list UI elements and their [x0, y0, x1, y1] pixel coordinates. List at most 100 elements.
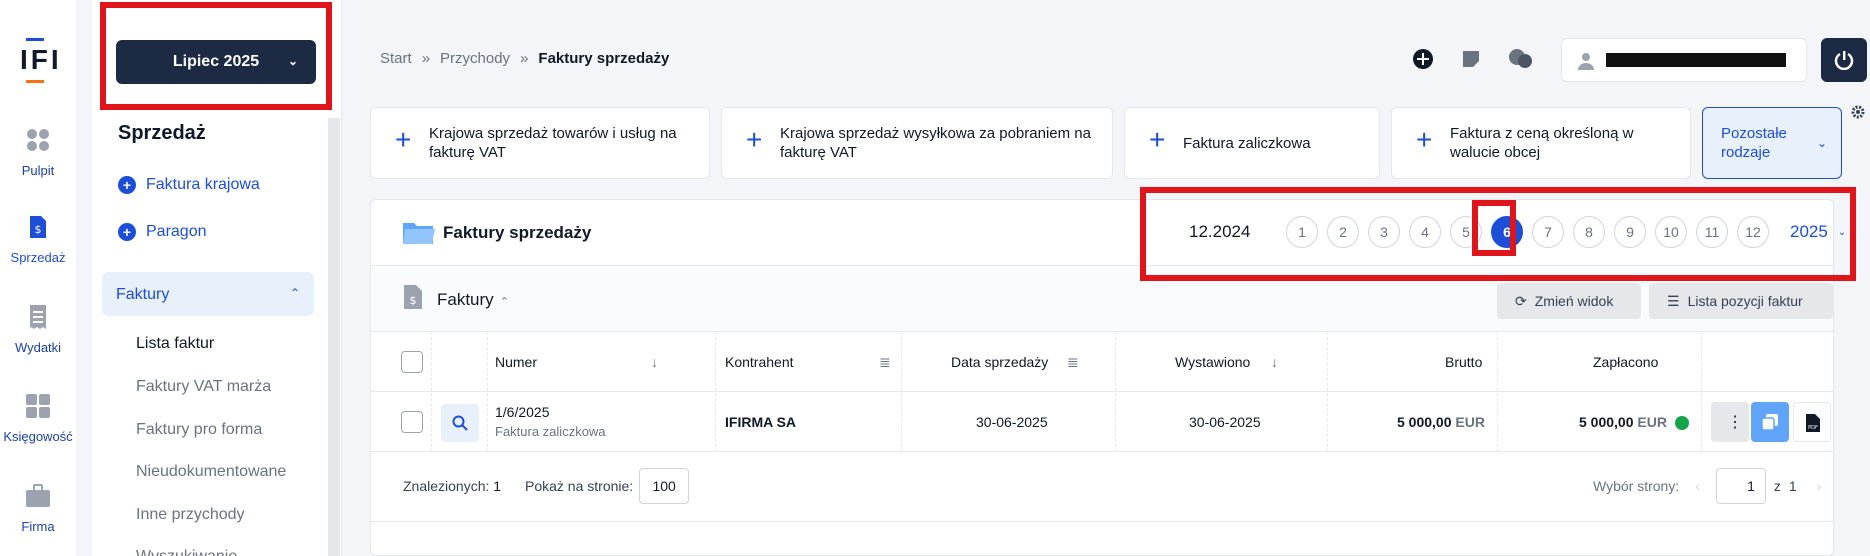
- section-toggle[interactable]: Faktury ⌃: [437, 290, 509, 310]
- sidebar-item-wyszukiwanie[interactable]: Wyszukiwanie: [136, 548, 237, 556]
- col-kontrahent[interactable]: Kontrahent: [725, 354, 794, 370]
- action-sprzedaz-wysylkowa[interactable]: + Krajowa sprzedaż wysyłkowa za pobranie…: [721, 107, 1113, 179]
- col-brutto[interactable]: Brutto: [1445, 354, 1482, 370]
- grid-icon: [27, 129, 49, 151]
- paid-status-dot: [1674, 416, 1689, 431]
- action-pozostale-rodzaje[interactable]: Pozostałe rodzaje ⌄: [1702, 107, 1842, 179]
- sidebar-link-faktura-krajowa[interactable]: + Faktura krajowa: [118, 176, 260, 194]
- filter-list-icon[interactable]: ≣: [879, 354, 891, 371]
- sidebar-title: Sprzedaż: [118, 122, 206, 144]
- action-faktura-zaliczkowa[interactable]: + Faktura zaliczkowa: [1124, 107, 1380, 179]
- logout-button[interactable]: [1821, 38, 1867, 82]
- action-krajowa-sprzedaz[interactable]: + Krajowa sprzedaż towarów i usług na fa…: [370, 107, 710, 179]
- receipt-icon: [30, 305, 46, 329]
- chevron-up-icon: ⌃: [499, 296, 509, 308]
- pagination: Wybór strony: ‹ 1 z 1 ›: [1593, 468, 1821, 504]
- rail-item-pulpit[interactable]: Pulpit: [0, 127, 76, 178]
- highlight-box-active-month: [1472, 200, 1516, 256]
- table-row[interactable]: 1/6/2025 Faktura zaliczkowa IFIRMA SA 30…: [371, 392, 1833, 452]
- add-circle-icon[interactable]: [1412, 48, 1434, 70]
- power-icon: [1834, 51, 1854, 70]
- sidebar-item-inne-przychody[interactable]: Inne przychody: [136, 506, 245, 524]
- page-input[interactable]: 1: [1715, 468, 1766, 504]
- user-name-redacted: [1606, 53, 1786, 67]
- col-zaplacono[interactable]: Zapłacono: [1593, 354, 1658, 370]
- search-icon: [452, 415, 468, 431]
- change-view-label: Zmień widok: [1534, 293, 1614, 309]
- action-waluta-obca[interactable]: + Faktura z ceną określoną w walucie obc…: [1391, 107, 1691, 179]
- kebab-menu-icon: ⋮: [1727, 414, 1743, 431]
- sidebar-item-lista-faktur[interactable]: Lista faktur: [136, 335, 214, 353]
- col-numer[interactable]: Numer: [495, 354, 537, 370]
- col-label: Brutto: [1445, 354, 1483, 370]
- rail-label: Wydatki: [14, 340, 62, 355]
- note-icon[interactable]: [1460, 48, 1482, 70]
- sidebar-item-pro-forma[interactable]: Faktury pro forma: [136, 421, 262, 439]
- rail-item-firma[interactable]: Firma: [0, 483, 76, 534]
- chat-icon[interactable]: [1508, 48, 1534, 70]
- found-count: Znalezionych: 1: [403, 478, 501, 494]
- breadcrumb-separator: »: [520, 50, 529, 67]
- rail-label: Firma: [21, 519, 55, 534]
- briefcase-icon: [26, 484, 50, 507]
- chevron-up-icon: ⌃: [289, 286, 300, 300]
- breadcrumb-start[interactable]: Start: [380, 50, 412, 67]
- col-label: Zapłacono: [1593, 354, 1659, 370]
- breadcrumb-separator: »: [421, 50, 431, 67]
- rail-item-wydatki[interactable]: Wydatki: [0, 304, 76, 355]
- plus-icon: +: [746, 124, 763, 155]
- ifirma-logo[interactable]: IFI: [20, 38, 62, 83]
- row-checkbox[interactable]: [401, 411, 423, 433]
- per-page-input[interactable]: 100: [639, 468, 690, 504]
- sort-arrow-icon[interactable]: ↓: [651, 354, 658, 370]
- contractor: IFIRMA SA: [725, 414, 797, 430]
- col-label: Data sprzedaży: [951, 354, 1049, 370]
- more-options-button[interactable]: ⋮: [1711, 402, 1749, 442]
- svg-text:PDF: PDF: [1808, 425, 1818, 431]
- col-wystawiono[interactable]: Wystawiono: [1175, 354, 1250, 370]
- pdf-file-icon: PDF: [1806, 414, 1820, 432]
- filter-list-icon[interactable]: ≣: [1067, 354, 1079, 371]
- rail-item-sprzedaz[interactable]: $ Sprzedaż: [0, 214, 76, 265]
- page-of-label: z: [1773, 478, 1781, 494]
- user-icon: [1578, 53, 1594, 70]
- sidebar-link-label: Faktura krajowa: [146, 176, 260, 193]
- plus-icon: +: [1149, 124, 1166, 155]
- action-label: Krajowa sprzedaż wysyłkowa za pobraniem …: [780, 125, 1091, 161]
- gross-currency: EUR: [1455, 414, 1485, 430]
- pdf-download-button[interactable]: PDF: [1793, 402, 1831, 442]
- sidebar-scrollbar[interactable]: [328, 118, 340, 556]
- sort-arrow-icon[interactable]: ↓: [1271, 354, 1278, 370]
- chevron-down-icon: ⌄: [1816, 136, 1827, 150]
- sidebar-item-nieudokumentowane[interactable]: Nieudokumentowane: [136, 463, 286, 481]
- breadcrumb-przychody[interactable]: Przychody: [440, 50, 510, 67]
- paid-value: 5 000,00: [1579, 414, 1634, 430]
- sidebar-link-paragon[interactable]: + Paragon: [118, 223, 207, 241]
- rail-item-ksiegowosc[interactable]: Księgowość: [0, 393, 76, 444]
- user-account-box[interactable]: [1561, 38, 1807, 82]
- sidebar-item-vat-marza[interactable]: Faktury VAT marża: [136, 378, 271, 396]
- plus-icon: +: [1416, 124, 1433, 155]
- plus-circle-icon: +: [118, 223, 136, 241]
- col-data-sprzedazy[interactable]: Data sprzedaży: [951, 354, 1048, 370]
- table-header: Numer ↓ Kontrahent ≣ Data sprzedaży ≣ Wy…: [371, 332, 1833, 392]
- breadcrumb-current: Faktury sprzedaży: [538, 50, 670, 67]
- invoice-positions-button[interactable]: ☰ Lista pozycji faktur: [1649, 283, 1833, 319]
- select-all-checkbox[interactable]: [401, 351, 423, 373]
- page-label: Wybór strony:: [1593, 478, 1680, 494]
- paid-currency: EUR: [1637, 414, 1667, 430]
- preview-button[interactable]: [441, 404, 479, 442]
- chevron-left-icon[interactable]: ‹: [1695, 478, 1700, 494]
- sidebar-group-faktury[interactable]: Faktury ⌃: [102, 272, 314, 316]
- change-view-button[interactable]: ⟳ Zmień widok: [1497, 283, 1641, 319]
- invoice-number[interactable]: 1/6/2025: [495, 404, 550, 420]
- col-label: Numer: [495, 354, 538, 370]
- per-page-label: Pokaż na stronie:: [525, 478, 634, 494]
- issue-date: 30-06-2025: [1189, 414, 1261, 430]
- copy-invoice-button[interactable]: [1751, 402, 1789, 442]
- action-label: Pozostałe rodzaje: [1721, 125, 1787, 161]
- col-label: Wystawiono: [1175, 354, 1251, 370]
- chevron-right-icon[interactable]: ›: [1817, 478, 1822, 494]
- gear-icon[interactable]: [1850, 104, 1866, 120]
- col-label: Kontrahent: [725, 354, 794, 370]
